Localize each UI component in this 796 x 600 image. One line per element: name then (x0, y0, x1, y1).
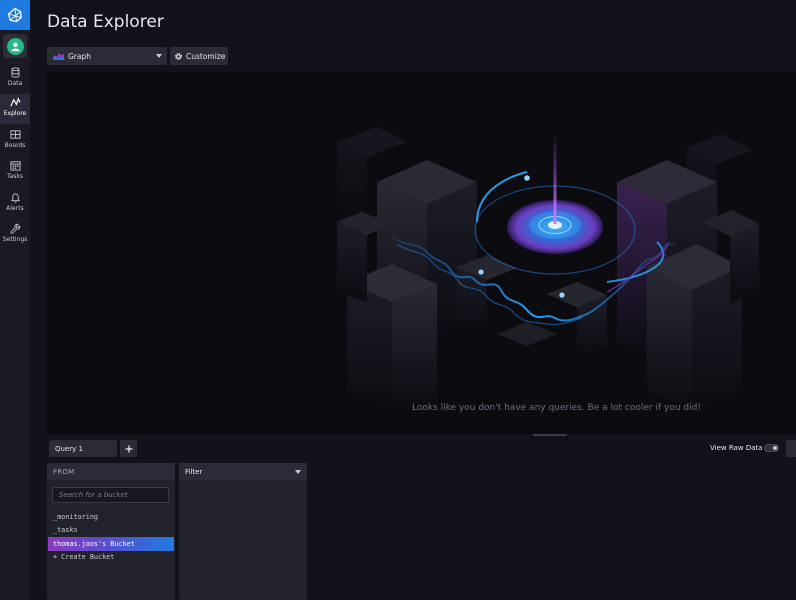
empty-state-illustration (337, 127, 759, 412)
bucket-list: _monitoring _tasks thomas.joos's Bucket … (48, 510, 174, 564)
sidebar-item-label: Explore (3, 110, 27, 117)
wrench-icon (9, 223, 20, 234)
chevron-down-icon (295, 470, 301, 474)
bucket-item[interactable]: _tasks (48, 524, 174, 538)
add-query-button[interactable] (120, 440, 137, 457)
sidebar-item-data[interactable]: Data (0, 64, 30, 94)
view-raw-data-label: View Raw Data (710, 444, 763, 452)
query-tab-label: Query 1 (55, 444, 83, 453)
query-tab[interactable]: Query 1 (49, 440, 117, 457)
bucket-item-selected[interactable]: thomas.joos's Bucket (48, 537, 174, 551)
sidebar-item-settings[interactable]: Settings (0, 220, 30, 250)
graph-panel: Looks like you don't have any queries. B… (47, 72, 796, 434)
create-bucket-link[interactable]: + Create Bucket (48, 551, 174, 565)
sidebar-item-label: Boards (4, 142, 26, 149)
user-avatar[interactable] (3, 34, 27, 58)
customize-button-label: Customize (186, 51, 226, 61)
influxdb-logo-icon (7, 7, 22, 23)
toggle-knob (773, 446, 777, 450)
bell-icon (10, 193, 20, 203)
database-icon (11, 67, 19, 78)
graph-line-icon (9, 97, 21, 107)
bucket-item[interactable]: _monitoring (48, 510, 174, 524)
sidebar-item-tasks[interactable]: Tasks (0, 157, 30, 187)
visualization-type-dropdown[interactable]: Graph (47, 47, 167, 65)
sidebar-item-label: Alerts (6, 205, 24, 212)
sidebar-item-label: Tasks (6, 173, 24, 180)
customize-button[interactable]: Customize (170, 47, 228, 65)
calendar-icon (9, 161, 21, 171)
plus-icon (125, 445, 132, 452)
influxdb-logo[interactable] (0, 0, 30, 30)
from-card: FROM _monitoring _tasks thomas.joos's Bu… (47, 463, 175, 600)
graph-type-icon (53, 53, 64, 60)
sidebar-item-alerts[interactable]: Alerts (0, 189, 30, 219)
download-csv-button[interactable] (786, 440, 796, 457)
filter-header-label: Filter (185, 467, 203, 476)
dashboard-icon (9, 130, 21, 139)
bucket-search-input[interactable] (52, 487, 169, 503)
panel-resize-handle[interactable] (47, 434, 796, 438)
empty-state-message: Looks like you don't have any queries. B… (412, 403, 701, 413)
sidebar-item-explore[interactable]: Explore (0, 94, 30, 124)
sidebar-item-label: Settings (2, 236, 28, 243)
chevron-down-icon (156, 54, 162, 58)
filter-card-header[interactable]: Filter (179, 463, 307, 480)
resize-grip[interactable] (533, 434, 567, 436)
filter-card: Filter (179, 463, 307, 600)
sidebar-item-label: Data (7, 80, 23, 87)
user-avatar-icon (6, 37, 24, 55)
page-title: Data Explorer (47, 12, 164, 32)
gear-icon (175, 52, 182, 60)
sidebar: Data Explore Boards Tasks Alerts Setting… (0, 0, 30, 600)
sidebar-item-boards[interactable]: Boards (0, 126, 30, 156)
view-raw-data-toggle[interactable] (764, 444, 779, 452)
visualization-type-label: Graph (68, 51, 92, 61)
from-card-header: FROM (47, 463, 175, 480)
